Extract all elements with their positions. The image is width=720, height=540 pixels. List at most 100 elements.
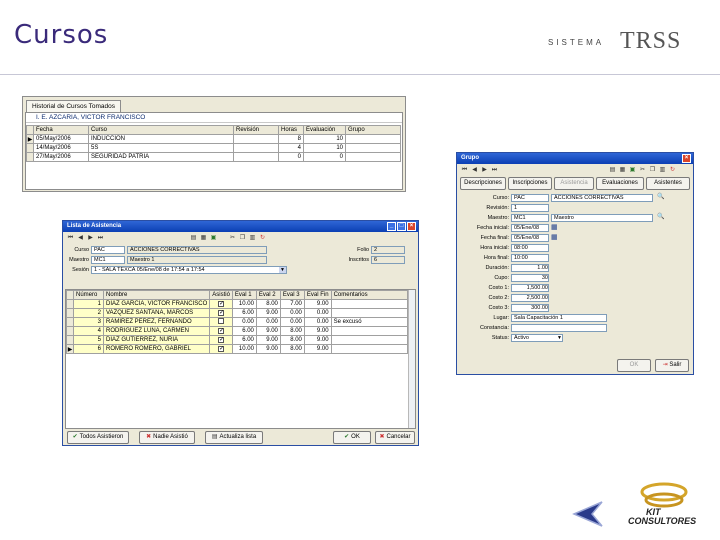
col-comentarios[interactable]: Comentarios <box>330 290 409 300</box>
calendar-icon[interactable]: ▦ <box>551 223 558 231</box>
tab-asistencia[interactable]: Asistencia <box>554 177 594 190</box>
next-record-icon[interactable]: ▶ <box>87 235 94 242</box>
chevron-down-icon[interactable]: ▼ <box>557 334 562 342</box>
col-horas[interactable]: Horas <box>278 125 304 135</box>
prev-record-icon[interactable]: ◀ <box>77 235 84 242</box>
todos-asistieron-button[interactable]: ✔ Todos Asistieron <box>67 431 129 444</box>
asistio-checkbox[interactable] <box>209 317 233 327</box>
cancelar-button[interactable]: ✖ Cancelar <box>375 431 415 444</box>
back-arrow-icon[interactable] <box>572 500 606 528</box>
grupo-field-input[interactable]: Sala Capacitación 1 <box>511 314 607 322</box>
grupo-field-input[interactable]: 2,500.00 <box>511 294 549 302</box>
col-nombre[interactable]: Nombre <box>102 290 211 300</box>
vertical-scrollbar[interactable] <box>408 290 415 428</box>
col-eval1[interactable]: Eval 1 <box>231 290 257 300</box>
close-icon[interactable]: × <box>682 154 691 163</box>
grupo-field-input[interactable]: 10:00 <box>511 254 549 262</box>
excel-icon[interactable]: ▣ <box>210 235 217 242</box>
grupo-field-name: Maestro <box>551 214 653 222</box>
col-fecha[interactable]: Fecha <box>33 125 89 135</box>
grupo-field-input[interactable]: 05/Ene/08 <box>511 224 549 232</box>
cut-icon[interactable]: ✂ <box>639 167 646 174</box>
last-record-icon[interactable]: ⏭ <box>491 167 498 174</box>
lookup-icon[interactable]: 🔍 <box>657 213 664 220</box>
ok-button[interactable]: ✔ OK <box>333 431 371 444</box>
tab-asistentes[interactable]: Asistentes <box>646 177 690 190</box>
sesion-select[interactable]: 1 - SALA TEXCA 05/Ene/08 de 17:54 a 17:5… <box>91 266 287 274</box>
table-row[interactable]: 27/May/2006 SEGURIDAD PATRIA 0 0 <box>26 152 401 162</box>
close-icon[interactable]: × <box>407 222 416 231</box>
grupo-field-input[interactable]: 05/Ene/08 <box>511 234 549 242</box>
table-row[interactable]: 4 RODRIGUEZ LUNA, CARMEN ✓ 6.00 9.00 8.00 9.00 <box>66 326 409 336</box>
print-icon[interactable]: ▤ <box>190 235 197 242</box>
excel-icon[interactable]: ▣ <box>629 167 636 174</box>
print-icon[interactable]: ▤ <box>609 167 616 174</box>
paste-icon[interactable]: ▥ <box>249 235 256 242</box>
col-revision[interactable]: Revisión <box>233 125 279 135</box>
grupo-titlebar[interactable]: Grupo × <box>457 153 693 164</box>
col-evalfin[interactable]: Eval Fin <box>303 290 332 300</box>
lookup-icon[interactable]: 🔍 <box>657 193 664 200</box>
last-record-icon[interactable]: ⏭ <box>97 235 104 242</box>
table-row[interactable]: 5 DIAZ GUTIERREZ, NURIA ✓ 6.00 9.00 8.00 9.00 <box>66 335 409 345</box>
maestro-code-field[interactable]: MC1 <box>91 256 125 264</box>
col-asistio[interactable]: Asistió <box>209 290 233 300</box>
first-record-icon[interactable]: ⏮ <box>67 235 74 242</box>
grupo-field-input[interactable]: 30 <box>511 274 549 282</box>
grupo-field-input[interactable]: 1.00 <box>511 264 549 272</box>
col-evaluacion[interactable]: Evaluación <box>303 125 346 135</box>
refresh-icon[interactable]: ↻ <box>259 235 266 242</box>
cut-icon[interactable]: ✂ <box>229 235 236 242</box>
table-row[interactable]: 14/May/2006 5S 4 10 <box>26 143 401 153</box>
asistio-checkbox[interactable]: ✓ <box>209 308 233 318</box>
chevron-down-icon[interactable]: ▼ <box>279 267 286 273</box>
tab-inscripciones[interactable]: Inscripciones <box>508 177 552 190</box>
asistio-checkbox[interactable]: ✓ <box>209 326 233 336</box>
preview-icon[interactable]: ▦ <box>200 235 207 242</box>
curso-code-field[interactable]: PAC <box>91 246 125 254</box>
grupo-ok-button[interactable]: OK <box>617 359 651 372</box>
asistio-checkbox[interactable]: ✓ <box>209 299 233 309</box>
table-row[interactable]: 3 RAMIREZ PEREZ, FERNANDO 0.00 0.00 0.00 0.00… <box>66 317 409 327</box>
col-grupo[interactable]: Grupo <box>345 125 401 135</box>
grupo-salir-button[interactable]: ⇥ Salir <box>655 359 689 372</box>
grupo-field-input[interactable]: Activo <box>511 334 563 342</box>
tab-evaluaciones[interactable]: Evaluaciones <box>596 177 644 190</box>
prev-record-icon[interactable]: ◀ <box>471 167 478 174</box>
col-numero[interactable]: Número <box>73 290 104 300</box>
grupo-field-label: Fecha final: <box>480 235 509 241</box>
grupo-field-input[interactable]: 1,500.00 <box>511 284 549 292</box>
paste-icon[interactable]: ▥ <box>659 167 666 174</box>
asistio-checkbox[interactable]: ✓ <box>209 335 233 345</box>
grupo-field-input[interactable]: 300.00 <box>511 304 549 312</box>
table-row[interactable]: ▶ 05/May/2006 INDUCCION 8 10 <box>26 134 401 144</box>
first-record-icon[interactable]: ⏮ <box>461 167 468 174</box>
table-row[interactable]: ▶ 6 ROMERO ROMERO, GABRIEL ✓ 10.00 9.00 8.00 9.… <box>66 344 409 354</box>
historial-tab[interactable]: Historial de Cursos Tomados <box>26 100 121 112</box>
col-eval2[interactable]: Eval 2 <box>255 290 281 300</box>
next-record-icon[interactable]: ▶ <box>481 167 488 174</box>
grupo-field-input[interactable]: 1 <box>511 204 549 212</box>
nadie-asistio-button[interactable]: ✖ Nadie Asistió <box>139 431 195 444</box>
asistencia-titlebar[interactable]: Lista de Asistencia _ □ × <box>63 221 418 232</box>
copy-icon[interactable]: ❐ <box>649 167 656 174</box>
preview-icon[interactable]: ▦ <box>619 167 626 174</box>
curso-label: Curso <box>74 247 89 253</box>
tab-descripciones[interactable]: Descripciones <box>460 177 506 190</box>
minimize-icon[interactable]: _ <box>387 222 396 231</box>
col-curso[interactable]: Curso <box>88 125 234 135</box>
col-eval3[interactable]: Eval 3 <box>279 290 305 300</box>
calendar-icon[interactable]: ▦ <box>551 233 558 241</box>
asistio-checkbox[interactable]: ✓ <box>209 344 233 354</box>
grupo-field-label: Cupo: <box>494 275 509 281</box>
grupo-field-input[interactable]: PAC <box>511 194 549 202</box>
actualiza-lista-button[interactable]: ▤ Actualiza lista <box>205 431 263 444</box>
grupo-field-input[interactable]: MC1 <box>511 214 549 222</box>
maximize-icon[interactable]: □ <box>397 222 406 231</box>
table-row[interactable]: 2 VAZQUEZ SANTANA, MARCOS ✓ 6.00 9.00 0.00 0.0… <box>66 308 409 318</box>
copy-icon[interactable]: ❐ <box>239 235 246 242</box>
refresh-icon[interactable]: ↻ <box>669 167 676 174</box>
grupo-field-input[interactable]: 08:00 <box>511 244 549 252</box>
grupo-field-input[interactable] <box>511 324 607 332</box>
table-row[interactable]: 1 DIAZ GARCIA, VICTOR FRANCISCO ✓ 10.00 8.00… <box>66 299 409 309</box>
